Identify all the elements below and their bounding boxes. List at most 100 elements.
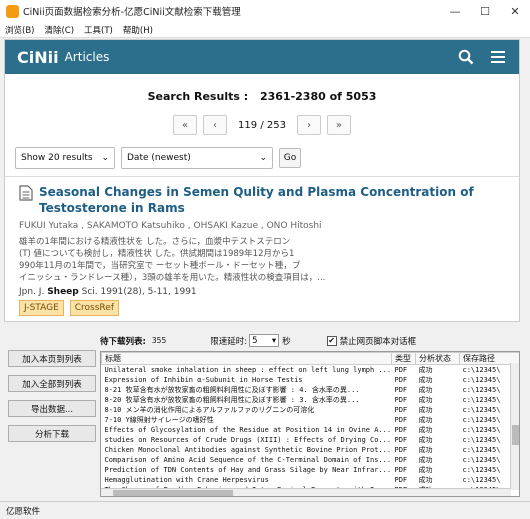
add-all-button[interactable]: 加入全部到列表	[8, 375, 96, 392]
table-row[interactable]: Comparison of Amino Acid Sequence of the…	[102, 455, 520, 465]
vertical-scrollbar[interactable]	[510, 363, 519, 490]
go-button[interactable]: Go	[279, 148, 301, 168]
crossref-link[interactable]: CrossRef	[69, 300, 119, 316]
cell-status: 成功	[418, 436, 433, 444]
horizontal-scrollbar[interactable]	[101, 488, 511, 496]
last-page-button[interactable]: »	[326, 115, 351, 135]
cell-title: Chicken Monoclonal Antibodies against Sy…	[104, 446, 392, 454]
jstage-link[interactable]: J-STAGE	[19, 300, 64, 316]
cell-title: Expression of Inhibin α-Subunit in Horse…	[104, 376, 303, 384]
column-header-status[interactable]: 分析状态	[415, 352, 460, 365]
table-row[interactable]: Expression of Inhibin α-Subunit in Horse…	[102, 375, 520, 385]
queue-count: 355	[151, 336, 167, 345]
column-header-title[interactable]: 标题	[101, 352, 392, 365]
menu-clear[interactable]: 清除(C)	[44, 24, 74, 36]
cell-status: 成功	[418, 456, 433, 464]
result-controls: Show 20 results ⌄ Date (newest) ⌄ Go	[5, 147, 519, 169]
minimize-button[interactable]: —	[440, 0, 470, 22]
cell-status: 成功	[418, 406, 433, 414]
prev-page-button[interactable]: ‹	[203, 115, 228, 135]
download-table: 标题 类型 分析状态 保存路径 Unilateral smoke inhalat…	[100, 351, 520, 497]
chevron-down-icon: ⌄	[259, 153, 267, 163]
cell-type: PDF	[394, 466, 408, 474]
status-bar: 亿愿软件	[0, 501, 530, 519]
table-row[interactable]: Effects of Glycosylation of the Residue …	[102, 425, 520, 435]
pagination: « ‹ 119 / 253 › »	[5, 115, 519, 135]
status-text: 亿愿软件	[6, 506, 41, 517]
download-panel: 加入本页到列表 加入全部到列表 导出数据... 分析下载 待下载列表: 355 …	[0, 326, 530, 501]
cell-type: PDF	[394, 376, 408, 384]
maximize-button[interactable]: ☐	[470, 0, 500, 22]
article-title[interactable]: Seasonal Changes in Semen Qulity and Pla…	[39, 184, 513, 216]
menu-icon[interactable]	[487, 46, 509, 68]
add-page-button[interactable]: 加入本页到列表	[8, 350, 96, 367]
table-row[interactable]: 8-21 牧草含有水が放牧家畜の粗飼料利用性に及ぼす影響 : 4. 含水率の異.…	[102, 385, 520, 395]
results-range: 2361-2380 of 5053	[259, 90, 377, 103]
table-row[interactable]: Unilateral smoke inhalation in sheep : e…	[102, 365, 520, 376]
close-button[interactable]: ✕	[500, 0, 530, 22]
cell-title: 7-10 Y線照射サイレージの嗜好性	[104, 416, 214, 424]
menu-bar: 浏览(B) 清除(C) 工具(T) 帮助(H)	[0, 22, 530, 38]
delay-stepper[interactable]: 5 ▾	[249, 334, 280, 347]
cell-title: Prediction of TDN Contents of Hay and Gr…	[104, 466, 392, 474]
cell-status: 成功	[418, 466, 433, 474]
cell-title: Hemagglutination with Crane Herpesvirus	[104, 476, 269, 484]
table-row[interactable]: 8-20 牧草含有水が放牧家畜の粗飼料利用性に及ぼす影響 : 3. 含水率の異.…	[102, 395, 520, 405]
page-indicator: 119 / 253	[238, 119, 286, 131]
cell-type: PDF	[394, 406, 408, 414]
export-button[interactable]: 导出数据...	[8, 400, 96, 417]
table-row[interactable]: 8-10 メン羊の消化作用によるアルファルファのリグニンの可溶化 PDF 成功 c:\…	[102, 405, 520, 415]
cell-status: 成功	[418, 386, 433, 394]
title-bar: CiNii页面数据检索分析-亿愿CiNii文献检索下载管理 — ☐ ✕	[0, 0, 530, 22]
site-section: Articles	[64, 50, 110, 64]
article-journal: Jpn. J. Sheep Sci. 1991(28), 5-11, 1991	[19, 287, 197, 297]
cell-title: 8-20 牧草含有水が放牧家畜の粗飼料利用性に及ぼす影響 : 3. 含水率の異.…	[104, 396, 360, 404]
menu-help[interactable]: 帮助(H)	[123, 24, 153, 36]
cell-status: 成功	[418, 446, 433, 454]
window-title: CiNii页面数据检索分析-亿愿CiNii文献检索下载管理	[23, 7, 241, 18]
cell-type: PDF	[394, 456, 408, 464]
menu-tools[interactable]: 工具(T)	[84, 24, 113, 36]
delay-label: 限速延时:	[210, 336, 248, 347]
cell-title: Comparison of Amino Acid Sequence of the…	[104, 456, 392, 464]
browser-view: CiNii Articles Search Results : 2361-238…	[4, 39, 520, 322]
delay-unit: 秒	[282, 336, 291, 347]
cell-status: 成功	[418, 476, 433, 484]
table-row[interactable]: Chicken Monoclonal Antibodies against Sy…	[102, 445, 520, 455]
cell-title: 8-10 メン羊の消化作用によるアルファルファのリグニンの可溶化	[104, 406, 315, 414]
table-row[interactable]: studies on Resources of Crude Drugs (XII…	[102, 435, 520, 445]
article-item: Seasonal Changes in Semen Qulity and Pla…	[5, 184, 519, 316]
first-page-button[interactable]: «	[173, 115, 198, 135]
analyze-download-button[interactable]: 分析下载	[8, 425, 96, 442]
table-row[interactable]: Hemagglutination with Crane Herpesvirus P…	[102, 475, 520, 485]
site-logo[interactable]: CiNii	[17, 48, 59, 67]
block-script-checkbox[interactable]: ✔	[326, 335, 337, 346]
chevron-down-icon: ⌄	[101, 153, 109, 163]
table-row[interactable]: 7-10 Y線照射サイレージの嗜好性 PDF 成功 c:\12345\	[102, 415, 520, 425]
cell-type: PDF	[394, 366, 408, 374]
article-abstract: 雄羊の1年間における精液性状を した。さらに，血漿中テストステロン (T) 値に…	[19, 237, 326, 283]
cell-title: Effects of Glycosylation of the Residue …	[104, 426, 392, 434]
site-header: CiNii Articles	[5, 40, 519, 74]
cell-status: 成功	[418, 426, 433, 434]
cell-title: 8-21 牧草含有水が放牧家畜の粗飼料利用性に及ぼす影響 : 4. 含水率の異.…	[104, 386, 360, 394]
search-icon[interactable]	[455, 46, 477, 68]
app-icon	[6, 4, 19, 18]
cell-type: PDF	[394, 476, 408, 484]
queue-label: 待下载列表:	[100, 336, 146, 347]
results-summary: Search Results : 2361-2380 of 5053	[5, 90, 519, 103]
cell-status: 成功	[418, 396, 433, 404]
results-label: Search Results :	[147, 90, 249, 103]
menu-browse[interactable]: 浏览(B)	[5, 24, 34, 36]
per-page-select[interactable]: Show 20 results ⌄	[15, 147, 115, 169]
column-header-type[interactable]: 类型	[391, 352, 416, 365]
cell-status: 成功	[418, 366, 433, 374]
cell-type: PDF	[394, 386, 408, 394]
cell-type: PDF	[394, 436, 408, 444]
article-authors: FUKUI Yutaka , SAKAMOTO Katsuhiko , OHSA…	[19, 221, 322, 231]
stepper-arrows-icon: ▾	[271, 335, 277, 346]
sort-select[interactable]: Date (newest) ⌄	[121, 147, 273, 169]
next-page-button[interactable]: ›	[296, 115, 321, 135]
cell-type: PDF	[394, 396, 408, 404]
table-row[interactable]: Prediction of TDN Contents of Hay and Gr…	[102, 465, 520, 475]
